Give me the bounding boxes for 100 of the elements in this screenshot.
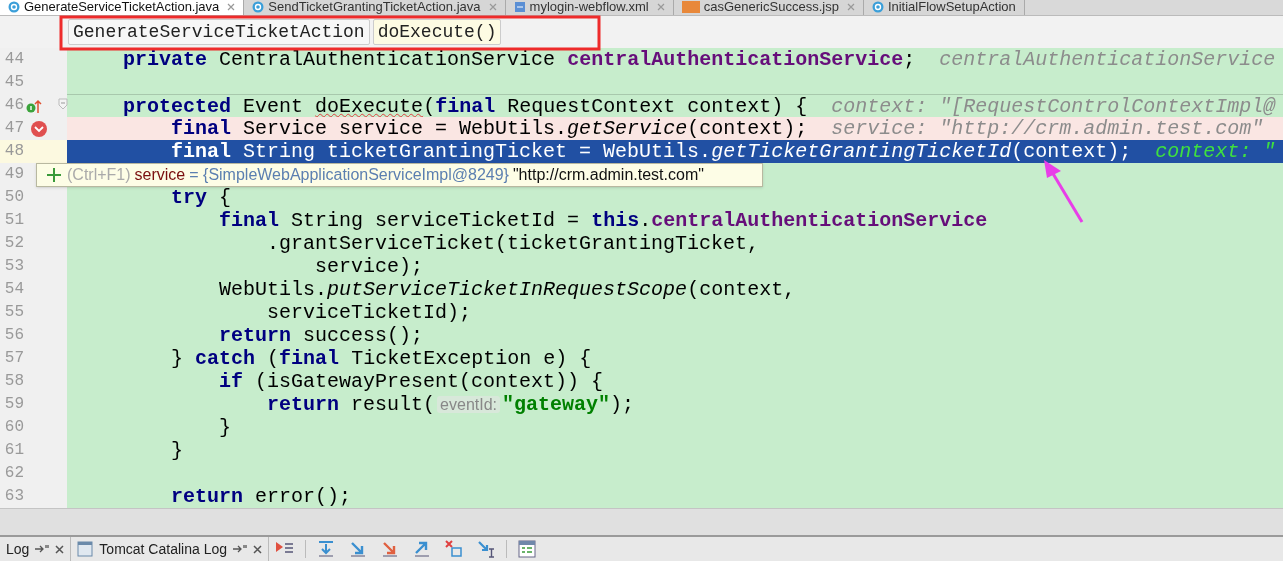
line-number: 60	[3, 417, 24, 438]
breakpoint-icon[interactable]	[30, 120, 48, 138]
line-number: 44	[3, 49, 24, 70]
pin-icon[interactable]	[233, 544, 247, 554]
code-text: protected	[123, 95, 232, 117]
code-text: (	[267, 347, 280, 370]
step-out-icon[interactable]	[412, 539, 432, 559]
xml-file-icon	[513, 1, 526, 13]
code-text: this	[591, 209, 640, 232]
step-into-icon[interactable]	[348, 539, 368, 559]
evaluate-icon[interactable]	[517, 539, 537, 559]
inline-value-hint: context: "[RequestControlContextImpl@	[831, 95, 1276, 117]
close-icon[interactable]	[55, 544, 65, 554]
editor-tab[interactable]: GenerateServiceTicketAction.java	[0, 0, 245, 15]
code-text: if	[219, 370, 244, 393]
code-text: }	[219, 416, 232, 439]
tab-label: Log	[6, 539, 30, 559]
code-text: getService	[567, 117, 688, 140]
step-over-icon[interactable]	[316, 539, 336, 559]
tooltip-text: = {SimpleWebApplicationServiceImpl@8249}	[189, 165, 509, 185]
class-file-icon	[8, 1, 20, 13]
code-text: (context,	[687, 278, 796, 301]
class-file-icon	[871, 1, 884, 13]
class-file-icon	[252, 1, 265, 13]
code-text: final	[219, 209, 280, 232]
code-text: success();	[303, 324, 424, 347]
code-text: TicketException e) {	[351, 347, 592, 370]
code-text: result(	[351, 393, 436, 416]
code-text: return	[171, 485, 244, 508]
code-text: (	[423, 95, 436, 117]
implements-icon[interactable]	[26, 98, 42, 114]
window-icon	[77, 541, 94, 557]
inline-value-hint: context: "	[1155, 140, 1276, 163]
line-number: 49	[3, 164, 24, 185]
line-number: 59	[3, 394, 24, 415]
code-text: return	[219, 324, 292, 347]
code-text: final	[171, 117, 232, 140]
line-number: 52	[3, 233, 24, 254]
force-step-into-icon[interactable]	[380, 539, 400, 559]
code-text: doExecute	[315, 95, 424, 117]
code-text: WebUtils.	[219, 278, 328, 301]
code-text: ;	[903, 48, 916, 71]
code-text: (context);	[687, 117, 808, 140]
tab-label: Tomcat Catalina Log	[99, 539, 227, 559]
code-text: serviceTicketId);	[267, 301, 472, 324]
breadcrumb-item[interactable]: GenerateServiceTicketAction	[68, 19, 370, 45]
line-number: 56	[3, 325, 24, 346]
line-number: 62	[3, 463, 24, 484]
line-number: 51	[3, 210, 24, 231]
code-text: final	[171, 140, 232, 163]
fold-icon[interactable]	[58, 98, 68, 110]
tooltip-text: service	[134, 165, 186, 185]
plus-icon[interactable]	[47, 168, 61, 182]
code-text: RequestContext context) {	[507, 95, 808, 117]
code-text: "gateway"	[502, 393, 611, 416]
line-number: 53	[3, 256, 24, 277]
code-text: String ticketGrantingTicket = WebUtils.	[243, 140, 712, 163]
code-text: try	[171, 186, 208, 209]
pin-icon[interactable]	[35, 544, 50, 554]
line-number: 50	[3, 187, 24, 208]
run-to-cursor-icon[interactable]	[476, 539, 496, 559]
code-text: service);	[315, 255, 424, 278]
breadcrumb-item[interactable]: doExecute()	[372, 19, 502, 45]
inline-value-hint: centralAuthenticationService	[939, 48, 1276, 71]
code-text: (context);	[1011, 140, 1132, 163]
code-text: centralAuthenticationService	[567, 48, 904, 71]
code-text: (isGatewayPresent(context)) {	[255, 370, 604, 393]
code-text: {	[219, 186, 232, 209]
code-text: }	[171, 439, 184, 462]
line-number: 58	[3, 371, 24, 392]
code-text: .	[639, 209, 652, 232]
code-text: .grantServiceTicket(ticketGrantingTicket,	[267, 232, 760, 255]
line-number: 61	[3, 440, 24, 461]
annotation-arrow	[1044, 160, 1084, 223]
code-text: );	[610, 393, 635, 416]
code-text: String serviceTicketId =	[291, 209, 580, 232]
line-number: 46	[3, 95, 24, 116]
code-text: final	[279, 347, 340, 370]
close-icon[interactable]	[253, 544, 262, 554]
code-text: }	[171, 347, 184, 370]
line-number: 48	[3, 141, 24, 162]
code-text: final	[435, 95, 496, 117]
code-text: putServiceTicketInRequestScope	[327, 278, 688, 301]
code-text: error();	[255, 485, 352, 508]
close-icon[interactable]	[227, 3, 236, 11]
code-text: getTicketGrantingTicketId	[711, 140, 1012, 163]
tooltip-text: (Ctrl+F1)	[67, 165, 131, 185]
line-number: 47	[3, 118, 24, 139]
tooltip-text: "http://crm.admin.test.com"	[512, 165, 704, 185]
jsp-file-icon	[681, 1, 700, 13]
code-text: catch	[195, 347, 256, 370]
code-text: return	[267, 393, 340, 416]
code-text: private	[123, 48, 208, 71]
line-number: 55	[3, 302, 24, 323]
line-number: 45	[3, 72, 24, 93]
code-text: Service service = WebUtils.	[243, 117, 568, 140]
drop-frame-icon[interactable]	[444, 539, 464, 559]
line-number: 57	[3, 348, 24, 369]
code-text: centralAuthenticationService	[651, 209, 988, 232]
code-text: CentralAuthenticationService	[219, 48, 556, 71]
